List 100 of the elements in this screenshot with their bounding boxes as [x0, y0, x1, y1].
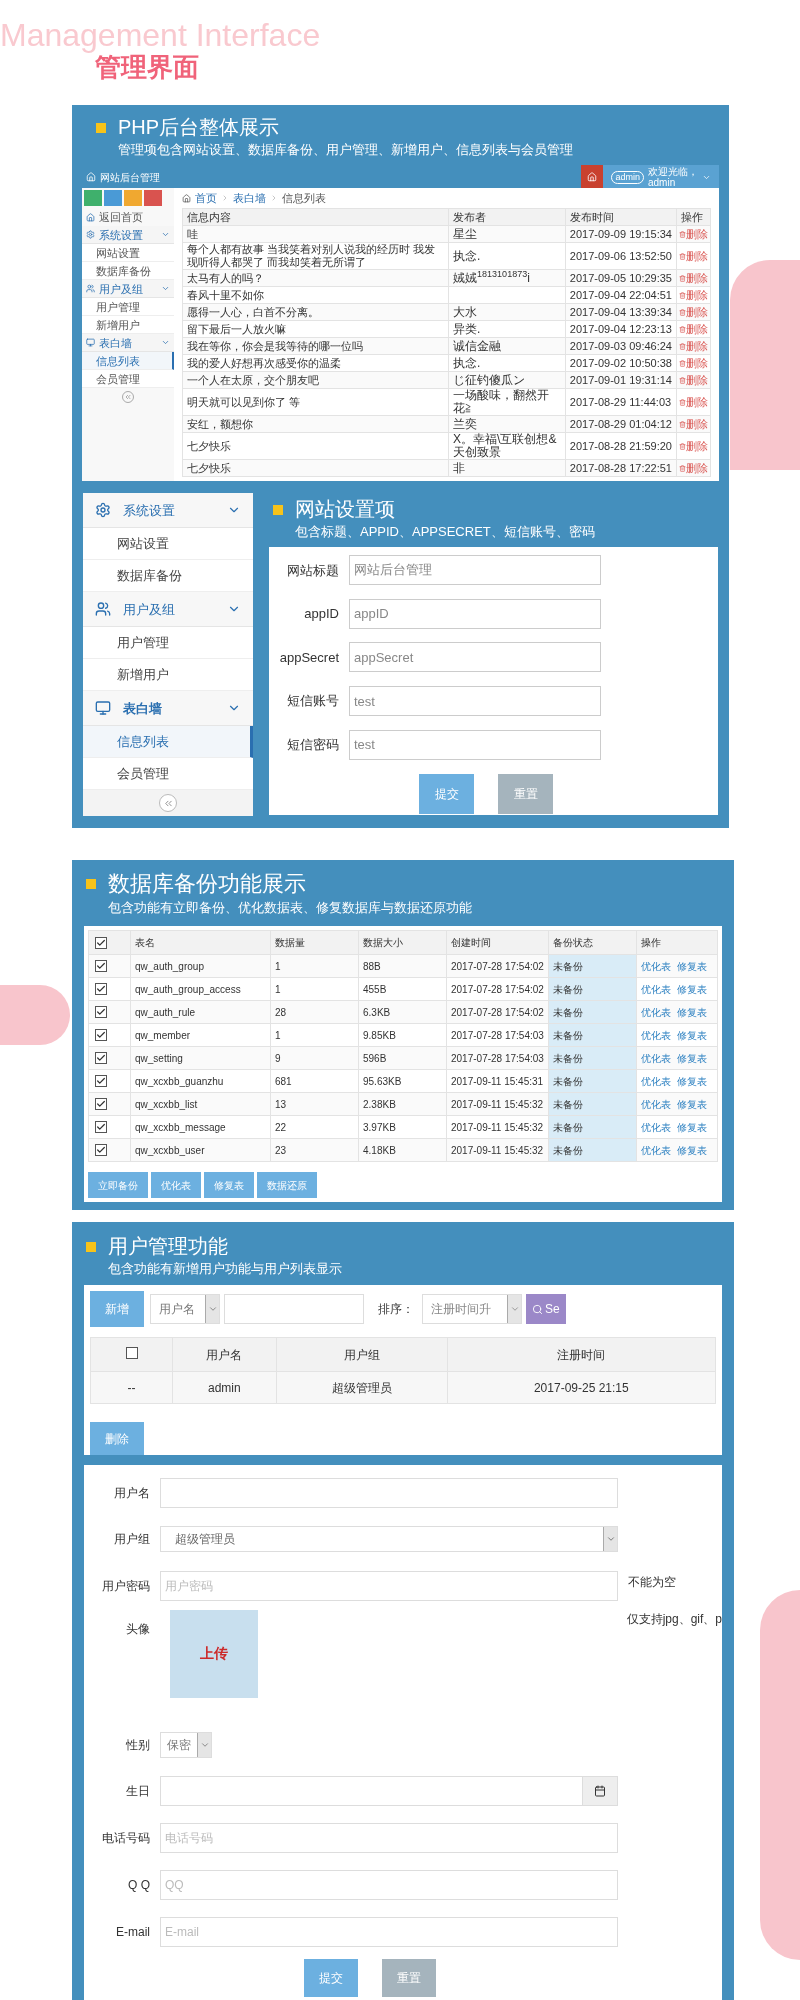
search-input[interactable] [224, 1294, 364, 1325]
upload-button[interactable]: 上传 [169, 1609, 258, 1698]
trash-icon [679, 398, 686, 406]
text-input[interactable]: 用户密码 [160, 1571, 618, 1602]
sidebar-group[interactable]: 表白墙 [83, 691, 253, 727]
checkbox[interactable] [95, 1006, 107, 1018]
action-button[interactable]: 修复表 [204, 1172, 254, 1198]
text-input[interactable]: appID [349, 598, 601, 629]
sidebar-group[interactable]: 用户及组 [83, 592, 253, 628]
sidebar-item[interactable]: 新增用户 [82, 316, 174, 335]
action-link[interactable]: 修复表 [676, 958, 707, 974]
trash-icon [679, 308, 686, 316]
text-input[interactable]: E-mail [160, 1916, 618, 1947]
delete-button[interactable]: 删除 [90, 1422, 144, 1456]
table-cell: 2017-07-28 17:54:02 [446, 1000, 549, 1024]
sidebar-item[interactable]: 会员管理 [82, 370, 174, 389]
text-input[interactable]: test [349, 686, 601, 717]
table-cell: 2017-07-28 17:54:02 [446, 954, 549, 978]
sort-select[interactable]: 注册时间升 [422, 1294, 522, 1325]
text-input[interactable]: test [349, 729, 601, 760]
text-input[interactable]: 网站后台管理 [349, 555, 601, 586]
home-icon [587, 172, 598, 183]
checkbox[interactable] [95, 983, 107, 995]
table-cell: 一场酸味，翻然开花≧ [448, 388, 566, 416]
form-button[interactable]: 提交 [304, 1959, 358, 1998]
toolbar-icon-button[interactable] [104, 190, 122, 207]
action-button[interactable]: 立即备份 [88, 1172, 148, 1198]
date-input[interactable] [160, 1776, 618, 1807]
checkbox[interactable] [95, 960, 107, 972]
action-link[interactable]: 优化表 [640, 1004, 671, 1020]
sidebar-group-label: 用户及组 [123, 600, 176, 619]
action-link[interactable]: 优化表 [640, 1073, 671, 1089]
text-input[interactable]: 电话号码 [160, 1823, 618, 1854]
action-link[interactable]: 优化表 [640, 1096, 671, 1112]
table-cell: qw_member [130, 1023, 271, 1047]
check-icon [96, 1076, 106, 1086]
filter-select[interactable]: 用户名 [150, 1294, 220, 1325]
field-label: appSecret [278, 648, 340, 667]
action-link[interactable]: 修复表 [676, 1073, 707, 1089]
table-cell: 异类. [448, 320, 566, 338]
checkbox[interactable] [95, 1029, 107, 1041]
form-button[interactable]: 提交 [419, 774, 474, 815]
users-icon [95, 601, 111, 618]
sidebar-group[interactable]: 用户及组 [82, 280, 174, 299]
action-link[interactable]: 修复表 [676, 1142, 707, 1158]
checkbox[interactable] [95, 1052, 107, 1064]
text-input[interactable]: QQ [160, 1870, 618, 1901]
checkbox[interactable] [95, 1075, 107, 1087]
field-label: 电话号码 [101, 1830, 150, 1848]
sidebar-item[interactable]: 数据库备份 [82, 262, 174, 281]
checkbox[interactable] [95, 1121, 107, 1133]
action-button[interactable]: 优化表 [151, 1172, 201, 1198]
table-cell: 超级管理员 [276, 1371, 448, 1404]
checkbox[interactable] [95, 1144, 107, 1156]
search-button[interactable]: Se [526, 1294, 566, 1325]
action-link[interactable]: 优化表 [640, 1027, 671, 1043]
action-link[interactable]: 修复表 [676, 981, 707, 997]
breadcrumb-link[interactable]: 首页 [195, 190, 217, 207]
action-link[interactable]: 优化表 [640, 1142, 671, 1158]
text-input[interactable]: appSecret [349, 642, 601, 673]
action-link[interactable]: 修复表 [676, 1050, 707, 1066]
table-cell: 每个人都有故事 当我笑着对别人说我的经历时 我发现听得人都哭了 而我却笑着无所谓了 [182, 242, 449, 270]
table-cell: 娀娀$^{1813101873}$i [448, 269, 566, 287]
home-button[interactable] [581, 165, 604, 190]
column-header: 操作 [676, 208, 711, 226]
toolbar-icon-button[interactable] [144, 190, 162, 207]
action-link[interactable]: 修复表 [676, 1027, 707, 1043]
sidebar-item[interactable]: 网站设置 [82, 244, 174, 263]
action-link[interactable]: 修复表 [676, 1096, 707, 1112]
field-note: 仅支持jpg、gif、p [626, 1610, 722, 1628]
action-link[interactable]: 优化表 [640, 981, 671, 997]
toolbar-icon-button[interactable] [84, 190, 102, 207]
sidebar-group[interactable]: 系统设置 [82, 226, 174, 245]
sidebar-group[interactable]: 系统设置 [83, 493, 253, 529]
home-link[interactable]: 返回首页 [99, 209, 143, 226]
checkbox[interactable] [95, 936, 107, 949]
table-cell: 1 [270, 977, 359, 1001]
sidebar-item[interactable]: 用户管理 [82, 298, 174, 317]
sidebar-item[interactable]: 信息列表 [83, 726, 253, 759]
table-cell: 2017-09-05 10:29:35 [565, 269, 677, 287]
check-icon [96, 1007, 106, 1017]
action-link[interactable]: 优化表 [640, 1119, 671, 1135]
sidebar-item[interactable]: 信息列表 [82, 352, 174, 371]
select-field[interactable]: 保密 [160, 1731, 212, 1758]
select-field[interactable]: 超级管理员 [160, 1526, 618, 1553]
checkbox[interactable] [95, 1098, 107, 1110]
action-button[interactable]: 数据还原 [257, 1172, 317, 1198]
checkbox[interactable] [125, 1346, 138, 1359]
sidebar-group-label: 表白墙 [123, 699, 163, 718]
table-cell: qw_xcxbb_list [130, 1092, 271, 1116]
action-link[interactable]: 优化表 [640, 958, 671, 974]
text-input[interactable] [160, 1477, 618, 1508]
add-button[interactable]: 新增 [90, 1291, 144, 1328]
action-link[interactable]: 优化表 [640, 1050, 671, 1066]
action-link[interactable]: 修复表 [676, 1004, 707, 1020]
calendar-icon [594, 1785, 606, 1798]
sidebar-group-label: 系统设置 [99, 227, 144, 243]
breadcrumb-link[interactable]: 表白墙 [233, 190, 266, 207]
action-link[interactable]: 修复表 [676, 1119, 707, 1135]
table-cell: 2017-09-01 19:31:14 [565, 371, 677, 389]
